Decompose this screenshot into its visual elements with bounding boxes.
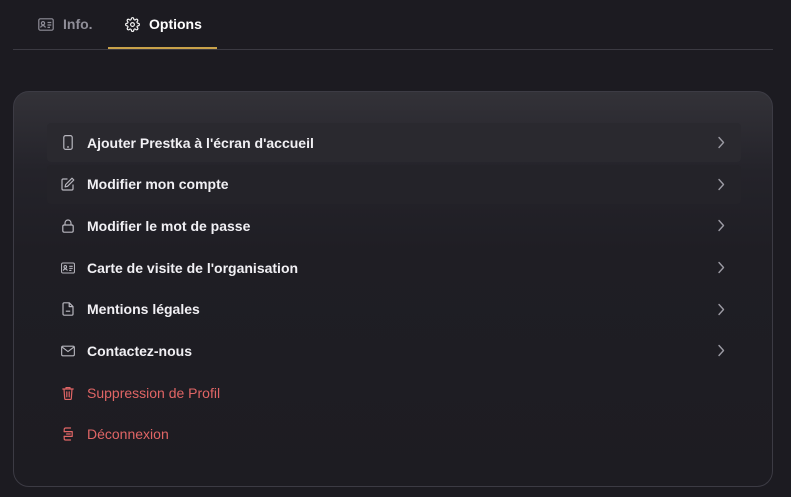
menu-item-label: Ajouter Prestka à l'écran d'accueil — [87, 134, 314, 151]
gear-icon — [125, 16, 140, 32]
smartphone-icon — [61, 135, 75, 150]
trash-icon — [61, 385, 75, 400]
menu-item-add-to-home-screen[interactable]: Ajouter Prestka à l'écran d'accueil — [47, 123, 741, 162]
menu-item-label: Déconnexion — [87, 426, 169, 443]
menu-item-label: Suppression de Profil — [87, 384, 221, 401]
tab-info-label: Info. — [63, 16, 93, 32]
tab-options-label: Options — [149, 16, 202, 32]
mail-icon — [61, 343, 75, 358]
id-card-icon — [38, 17, 54, 31]
document-icon — [61, 302, 75, 317]
menu-item-legal-notice[interactable]: Mentions légales — [47, 290, 741, 329]
menu-item-logout[interactable]: Déconnexion — [47, 415, 741, 454]
chevron-right-icon — [717, 219, 725, 232]
menu-item-label: Contactez-nous — [87, 342, 192, 359]
menu-item-delete-profile[interactable]: Suppression de Profil — [47, 373, 741, 412]
menu-item-edit-account[interactable]: Modifier mon compte — [47, 164, 741, 204]
tab-bar: Info. Options — [13, 0, 773, 50]
chevron-right-icon — [717, 261, 725, 274]
tab-options[interactable]: Options — [108, 0, 217, 49]
menu-item-change-password[interactable]: Modifier le mot de passe — [47, 206, 741, 245]
menu-item-label: Carte de visite de l'organisation — [87, 259, 299, 276]
menu-item-organisation-card[interactable]: Carte de visite de l'organisation — [47, 248, 741, 287]
lock-icon — [61, 218, 75, 233]
chevron-right-icon — [717, 303, 725, 316]
tab-info[interactable]: Info. — [13, 0, 109, 48]
chevron-right-icon — [717, 344, 725, 357]
chevron-right-icon — [717, 136, 725, 149]
chevron-right-icon — [717, 178, 725, 191]
active-tab-indicator — [108, 47, 217, 49]
menu-item-label: Modifier mon compte — [87, 176, 229, 193]
menu-item-label: Mentions légales — [87, 301, 200, 318]
options-menu: Ajouter Prestka à l'écran d'accueil Modi… — [47, 123, 741, 457]
menu-item-contact-us[interactable]: Contactez-nous — [47, 331, 741, 370]
options-card: Ajouter Prestka à l'écran d'accueil Modi… — [13, 91, 773, 487]
business-card-icon — [61, 260, 75, 275]
menu-item-label: Modifier le mot de passe — [87, 217, 251, 234]
edit-icon — [61, 177, 75, 192]
logout-icon — [61, 427, 75, 442]
